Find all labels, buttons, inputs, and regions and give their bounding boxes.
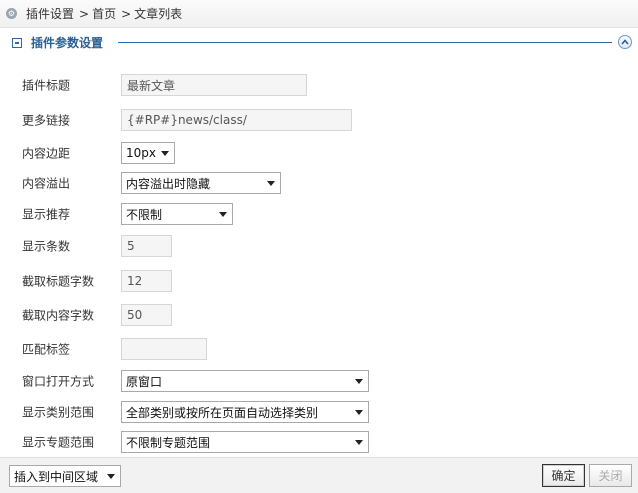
form-row-match-tags: 匹配标签 [0,336,638,362]
show-count-input[interactable]: 5 [121,235,172,257]
chevron-down-icon [107,474,115,479]
title-chars-input[interactable]: 12 [121,270,172,292]
chevron-down-icon [355,440,363,445]
content-padding-select[interactable]: 10px [121,142,175,164]
show-recommend-select[interactable]: 不限制 [121,203,233,225]
match-tags-label: 匹配标签 [22,342,71,357]
content-overflow-select[interactable]: 内容溢出时隐藏 [121,172,281,194]
section-divider [118,42,612,43]
close-button[interactable]: 关闭 [589,464,632,487]
show-recommend-value: 不限制 [126,207,163,222]
content-overflow-value: 内容溢出时隐藏 [126,176,211,191]
show-recommend-label: 显示推荐 [22,207,71,222]
breadcrumb-item-article-list: 文章列表 [134,7,183,21]
dialog-footer: 插入到中间区域 确定 关闭 [0,457,638,493]
insert-region-select[interactable]: 插入到中间区域 [9,465,121,487]
chevron-up-icon[interactable] [618,35,632,49]
breadcrumb-item-plugin-settings[interactable]: 插件设置 [26,5,74,22]
content-overflow-label: 内容溢出 [22,176,71,191]
chevron-down-icon [267,181,275,186]
insert-region-value: 插入到中间区域 [14,469,99,484]
category-scope-value: 全部类别或按所在页面自动选择类别 [126,405,319,420]
section-title: 插件参数设置 [31,36,104,50]
match-tags-input[interactable] [121,338,207,360]
form-row-content-overflow: 内容溢出 内容溢出时隐藏 [0,170,638,196]
form-row-show-count: 显示条数 5 [0,233,638,259]
more-link-input[interactable]: {#RP#}news/class/ [121,109,352,131]
chevron-down-icon [161,151,169,156]
form-row-show-recommend: 显示推荐 不限制 [0,201,638,227]
section-header: 插件参数设置 [0,28,638,58]
breadcrumb-separator: > [79,6,90,21]
breadcrumb: ⚙ 插件设置 > 首页 > 文章列表 [0,0,638,28]
show-count-label: 显示条数 [22,239,71,254]
form-row-content-padding: 内容边距 10px [0,140,638,166]
topic-scope-value: 不限制专题范围 [126,435,211,450]
category-scope-select[interactable]: 全部类别或按所在页面自动选择类别 [121,401,369,423]
plugin-title-input[interactable]: 最新文章 [121,74,307,96]
category-scope-label: 显示类别范围 [22,405,95,420]
chevron-down-icon [355,379,363,384]
form-row-window-open: 窗口打开方式 原窗口 [0,368,638,394]
breadcrumb-separator: > [121,6,132,21]
content-chars-input[interactable]: 50 [121,304,172,326]
content-padding-value: 10px [126,146,156,160]
form-row-topic-scope: 显示专题范围 不限制专题范围 [0,429,638,455]
chevron-down-icon [219,212,227,217]
more-link-label: 更多链接 [22,113,71,128]
plugin-title-label: 插件标题 [22,78,71,93]
breadcrumb-item-home[interactable]: 首页 [92,5,116,22]
form-row-title-chars: 截取标题字数 12 [0,268,638,294]
window-open-select[interactable]: 原窗口 [121,370,369,392]
topic-scope-label: 显示专题范围 [22,435,95,450]
topic-scope-select[interactable]: 不限制专题范围 [121,431,369,453]
chevron-down-icon [355,410,363,415]
collapse-minus-icon[interactable] [12,38,22,48]
confirm-button[interactable]: 确定 [542,464,585,487]
window-open-label: 窗口打开方式 [22,374,95,389]
content-chars-label: 截取内容字数 [22,308,95,323]
form-row-content-chars: 截取内容字数 50 [0,302,638,328]
content-padding-label: 内容边距 [22,146,71,161]
title-chars-label: 截取标题字数 [22,274,95,289]
form-row-more-link: 更多链接 {#RP#}news/class/ [0,107,638,133]
settings-gear-icon: ⚙ [6,8,17,19]
form-row-plugin-title: 插件标题 最新文章 [0,72,638,98]
window-open-value: 原窗口 [126,374,163,389]
form-row-category-scope: 显示类别范围 全部类别或按所在页面自动选择类别 [0,399,638,425]
